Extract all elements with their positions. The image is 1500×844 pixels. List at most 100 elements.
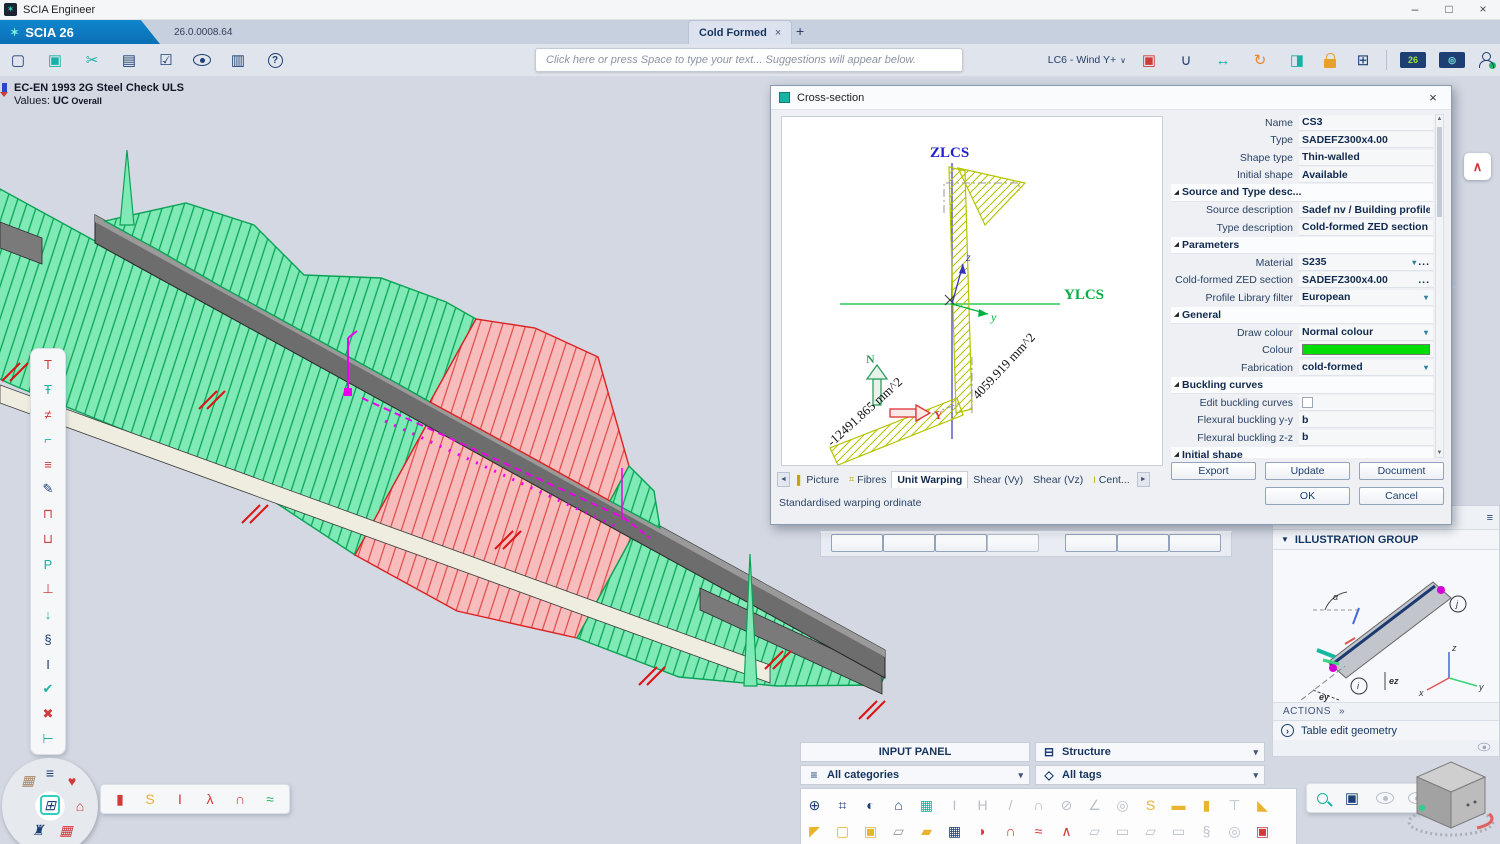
property-row[interactable]: ◢ Edit buckling curves ▾ ... [1171,394,1433,412]
property-row[interactable]: ◢ Profile Library filter European ▾ ... [1171,289,1433,307]
member-hinge-icon[interactable]: T [37,355,59,373]
favourites-icon[interactable]: ♥ [62,771,82,791]
corbel-icon[interactable]: ◣ [1253,796,1272,815]
navigation-cube[interactable] [1405,756,1500,841]
buckling-column-icon[interactable]: λ [201,789,219,809]
snapshot-badge[interactable]: ◎ [1439,52,1465,68]
property-row[interactable]: ◢ Type SADEFZ300x4.00 ▾ ... [1171,132,1433,150]
property-row[interactable]: ◢ General ▾ ... [1171,307,1433,325]
model-viewport[interactable]: EC-EN 1993 2G Steel Check ULS Values: UC… [0,76,1500,844]
tabs-scroll-right-icon[interactable]: ► [1137,472,1150,487]
group-expand-icon[interactable]: ◢ [1171,311,1182,318]
tab-cold-formed[interactable]: Cold Formed × [688,20,792,44]
tools-icon[interactable]: ✂ [82,50,102,70]
property-row[interactable]: ◢ Name CS3 ▾ ... [1171,114,1433,132]
cantilever-icon[interactable]: ⊤ [1225,796,1244,815]
haunch-beam-icon[interactable]: S [141,789,159,809]
dropdown-icon[interactable]: ▾ [1422,293,1430,302]
zoom-selection-icon[interactable] [1317,793,1328,804]
spiral-member-icon[interactable]: ◎ [1113,796,1132,815]
documentation-icon[interactable]: ▥ [228,50,248,70]
plate-rib-icon[interactable]: ▬ [1169,796,1188,815]
version-2g-badge[interactable]: 26 [1400,52,1426,68]
eccentricity-icon[interactable]: ⊥ [37,580,59,598]
scrollbar-thumb[interactable] [1437,127,1442,217]
structure-frame-icon[interactable]: ⌂ [70,796,90,816]
close-button[interactable]: × [1466,0,1500,19]
beam-icon[interactable]: I [945,796,964,815]
checkbox[interactable] [1302,397,1313,408]
load-case-selector[interactable]: LC6 - Wind Y+ ∨ [1048,54,1126,66]
property-row[interactable]: ◢ Type description Cold-formed ZED secti… [1171,219,1433,237]
more-options-icon[interactable]: ... [1418,274,1430,286]
spiral-plate-icon[interactable]: ◎ [1225,822,1244,841]
visibility-toggle-icon[interactable] [1478,743,1491,751]
more-options-icon[interactable]: ... [1418,256,1430,268]
dropdown-icon[interactable]: ▾ [1410,258,1418,267]
property-row[interactable]: ◢ Initial shape Available ▾ ... [1171,167,1433,185]
wedge-icon[interactable]: ◤ [805,822,824,841]
group-expand-icon[interactable]: ◢ [1171,381,1182,388]
property-row[interactable]: ◢ Source and Type desc... ▾ ... [1171,184,1433,202]
diagonal-member-icon[interactable]: / [1001,796,1020,815]
property-row[interactable]: ◢ Initial shape ▾ ... [1171,447,1433,459]
view-3d-icon[interactable]: ▣ [1342,788,1362,808]
group-expand-icon[interactable]: ◢ [1171,241,1182,248]
frame-icon[interactable]: ⌂ [889,796,908,815]
maximize-button[interactable]: □ [1432,0,1466,19]
input-panel-header[interactable]: INPUT PANEL [800,742,1030,762]
brand-tab[interactable]: ✶ SCIA 26 [0,20,160,44]
command-search-input[interactable] [535,48,963,72]
circle-member-icon[interactable]: ⊘ [1057,796,1076,815]
ribbed-slab-icon[interactable]: ▰ [917,822,936,841]
grid-icon[interactable]: ⌗ [833,796,852,815]
minimize-button[interactable]: – [1398,0,1432,19]
curved-member-icon[interactable]: ⌐ [37,430,59,448]
dialog-title-bar[interactable]: Cross-section × [771,86,1451,110]
panel-icon[interactable]: ▢ [833,822,852,841]
manager-button[interactable] [1169,534,1221,552]
workstation-center-icon[interactable]: ⊞ [40,795,60,815]
property-brush-icon[interactable]: ✎ [37,480,59,498]
picture-tab[interactable]: ▌Picture [792,471,844,488]
property-row[interactable]: ◢ Draw colour Normal colour ▾ ... [1171,324,1433,342]
cross-section-window-icon[interactable]: I [171,789,189,809]
regenerate-icon[interactable]: ↻ [1250,50,1270,70]
base-frame-icon[interactable]: ⊔ [37,530,59,548]
properties-scrollbar[interactable]: ▲ ▼ [1435,114,1444,458]
twist-icon[interactable]: § [1197,822,1216,841]
new-project-icon[interactable]: ▢ [8,50,28,70]
beam-support-icon[interactable]: ≠ [37,405,59,423]
colour-swatch[interactable] [1302,344,1430,355]
picture-tab[interactable]: ⌗Fibres [844,471,891,488]
column-block-icon[interactable]: ▮ [1197,796,1216,815]
load-panel-icon[interactable]: ▣ [1253,822,1272,841]
ucs-icon[interactable]: ∪ [1176,50,1196,70]
image-label-fragment[interactable] [1452,286,1456,288]
picture-tab[interactable]: Shear (Vz) [1028,471,1088,488]
tabs-scroll-left-icon[interactable]: ◄ [777,472,790,487]
arch-icon[interactable]: ∩ [231,789,249,809]
catalog-block-icon[interactable]: ▦ [917,796,936,815]
results-lock-icon[interactable] [1324,59,1336,68]
group-expand-icon[interactable]: ◢ [1171,189,1182,196]
property-row[interactable]: ◢ Flexural buckling z-z b ▾ ... [1171,429,1433,447]
cross-section-icon[interactable]: I [37,655,59,673]
plane-icon-1[interactable]: ▱ [1085,822,1104,841]
dimension-icon[interactable]: ⊢ [37,730,59,748]
update-button[interactable]: Update [1265,462,1350,480]
selection-filter-icon[interactable]: ▣ [1139,50,1159,70]
haunch-icon[interactable]: S [1141,796,1160,815]
actions-header[interactable]: ACTIONS » [1273,702,1499,720]
help-icon[interactable]: ? [265,50,285,70]
cancel-button[interactable]: Cancel [1359,487,1444,505]
picture-tab[interactable]: ICent... [1088,471,1134,488]
property-row[interactable]: ◢ Fabrication cold-formed ▾ ... [1171,359,1433,377]
property-row[interactable]: ◢ Colour ▾ ... [1171,342,1433,360]
dropdown-icon[interactable]: ▾ [1422,363,1430,372]
manager-button[interactable] [883,534,935,552]
column-icon[interactable]: ▮ [111,789,129,809]
close-dialog-icon[interactable]: × [1423,90,1443,105]
plane-icon-3[interactable]: ▱ [1141,822,1160,841]
close-tab-icon[interactable]: × [775,27,781,39]
